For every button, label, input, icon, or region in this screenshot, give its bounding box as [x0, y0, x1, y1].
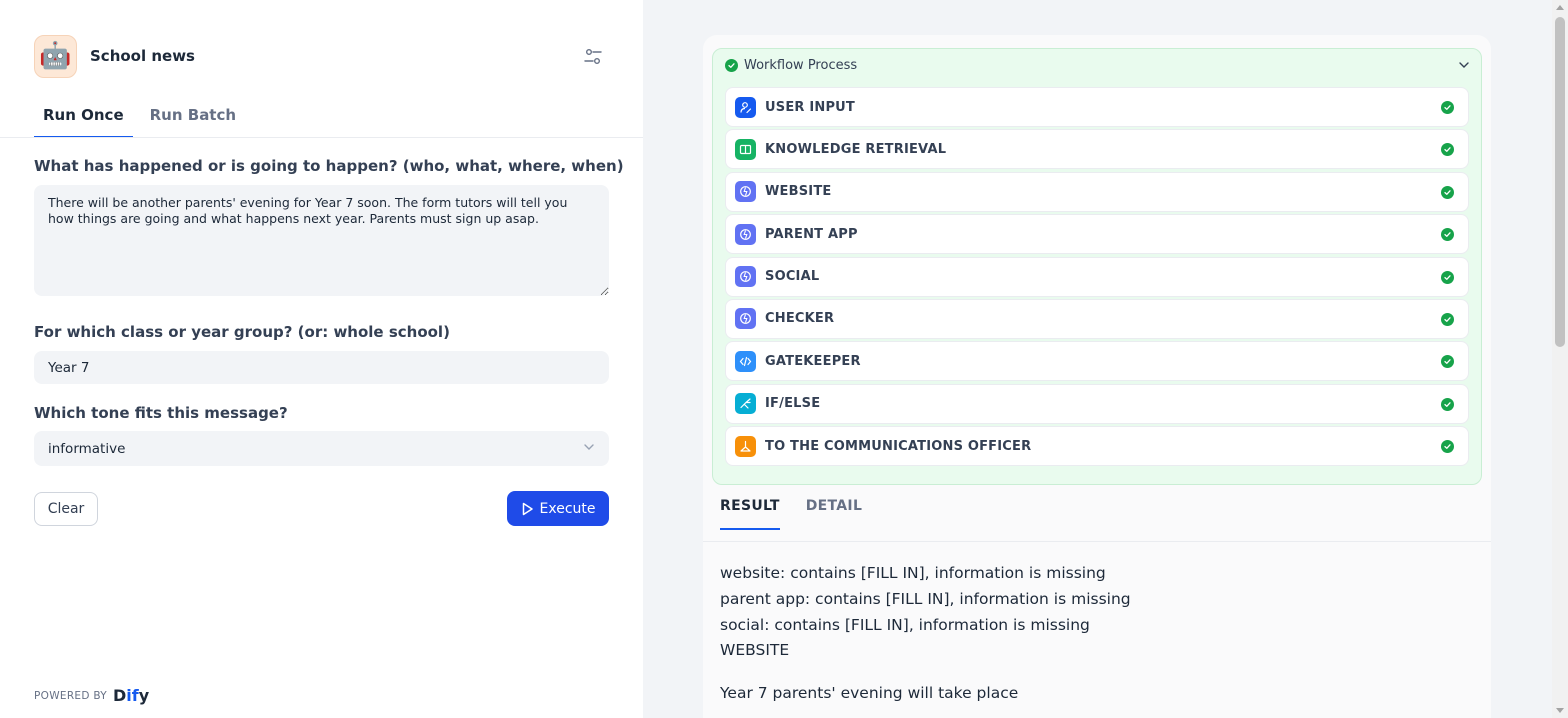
what-happened-textarea[interactable]: [34, 185, 609, 296]
workflow-node-label: PARENT APP: [765, 226, 858, 242]
workflow-node[interactable]: USER INPUT: [725, 87, 1469, 127]
app-title: School news: [90, 47, 195, 65]
result-line: website: contains [FILL IN], information…: [720, 564, 1106, 582]
workflow-node[interactable]: WEBSITE: [725, 171, 1469, 212]
workflow-node[interactable]: CHECKER: [725, 298, 1469, 339]
result-content: Workflow Process USER INPUT KNOWLEDGE RET…: [643, 0, 1552, 718]
tone-select[interactable]: informative: [34, 431, 609, 466]
powered-by-text: POWERED BY: [34, 689, 108, 702]
result-output: website: contains [FILL IN], information…: [720, 561, 1480, 707]
app-header: 🤖 School news: [34, 34, 609, 78]
run-panel: 🤖 School news Run Once Run Batch What ha…: [0, 0, 643, 718]
success-check-icon: [725, 58, 738, 72]
divider: [0, 137, 643, 138]
success-check-icon: [1441, 355, 1454, 369]
execute-label: Execute: [539, 500, 596, 517]
tab-result[interactable]: RESULT: [720, 489, 780, 530]
workflow-node-label: SOCIAL: [765, 269, 820, 285]
robot-icon: 🤖: [34, 34, 77, 78]
field-label-class: For which class or year group? (or: whol…: [34, 323, 450, 341]
result-line: social: contains [FILL IN], information …: [720, 615, 1090, 634]
workflow-node[interactable]: PARENT APP: [725, 214, 1469, 255]
answer-icon: [735, 435, 756, 457]
powered-by: POWERED BY Dify: [34, 686, 149, 705]
result-line: WEBSITE: [720, 641, 790, 660]
success-check-icon: [1441, 143, 1454, 157]
workflow-node[interactable]: GATEKEEPER: [725, 341, 1469, 382]
llm-icon: [735, 181, 756, 203]
workflow-node-label: CHECKER: [765, 311, 835, 327]
success-check-icon: [1441, 185, 1454, 199]
result-line: parent app: contains [FILL IN], informat…: [720, 589, 1131, 608]
tab-run-once[interactable]: Run Once: [34, 96, 133, 138]
workflow-node-list: USER INPUT KNOWLEDGE RETRIEVAL WEBSITE PARE…: [725, 87, 1469, 469]
book-icon: [735, 138, 756, 160]
success-check-icon: [1441, 440, 1454, 454]
workflow-node-label: TO THE COMMUNICATIONS OFFICER: [765, 438, 1032, 454]
llm-icon: [735, 266, 756, 288]
divider: [703, 541, 1491, 542]
tab-detail[interactable]: DETAIL: [806, 489, 862, 530]
workflow-node-label: IF/ELSE: [765, 396, 821, 412]
class-input[interactable]: [34, 351, 609, 384]
success-check-icon: [1441, 312, 1454, 326]
run-mode-tabs: Run Once Run Batch: [34, 96, 245, 138]
tone-select-value: informative: [48, 440, 126, 457]
play-icon: [522, 502, 533, 515]
workflow-node-label: KNOWLEDGE RETRIEVAL: [765, 141, 947, 157]
result-paragraph: Year 7 parents' evening will take place: [720, 684, 1019, 703]
chevron-down-icon[interactable]: [1457, 58, 1471, 72]
scroll-up-arrow-icon[interactable]: [1556, 5, 1564, 10]
success-check-icon: [1441, 397, 1454, 411]
scrollbar[interactable]: [1552, 0, 1568, 718]
workflow-node[interactable]: IF/ELSE: [725, 383, 1469, 424]
clear-button[interactable]: Clear: [34, 492, 98, 526]
result-tabs: RESULT DETAIL: [720, 489, 862, 530]
field-label-tone: Which tone fits this message?: [34, 404, 288, 422]
field-label-what-happened: What has happened or is going to happen?…: [34, 157, 624, 175]
settings-sliders-icon[interactable]: [581, 46, 605, 68]
success-check-icon: [1441, 228, 1454, 242]
workflow-node[interactable]: SOCIAL: [725, 256, 1469, 297]
code-icon: [735, 350, 756, 372]
scroll-down-arrow-icon[interactable]: [1556, 708, 1564, 713]
workflow-node-label: WEBSITE: [765, 184, 832, 200]
workflow-title: Workflow Process: [744, 57, 858, 73]
dify-logo: Dify: [113, 686, 150, 705]
tab-run-batch[interactable]: Run Batch: [141, 96, 245, 138]
success-check-icon: [1441, 270, 1454, 284]
user-input-icon: [735, 96, 756, 118]
execute-button[interactable]: Execute: [507, 491, 609, 526]
scrollbar-thumb[interactable]: [1555, 17, 1565, 347]
workflow-node[interactable]: KNOWLEDGE RETRIEVAL: [725, 129, 1469, 170]
workflow-node[interactable]: TO THE COMMUNICATIONS OFFICER: [725, 426, 1469, 467]
workflow-node-label: GATEKEEPER: [765, 353, 861, 369]
chevron-down-icon: [583, 443, 595, 454]
workflow-process: Workflow Process USER INPUT KNOWLEDGE RET…: [712, 48, 1482, 485]
workflow-header[interactable]: Workflow Process: [725, 49, 1471, 81]
branch-icon: [735, 393, 756, 415]
llm-icon: [735, 308, 756, 330]
workflow-node-label: USER INPUT: [765, 99, 856, 115]
llm-icon: [735, 223, 756, 245]
success-check-icon: [1441, 101, 1454, 114]
